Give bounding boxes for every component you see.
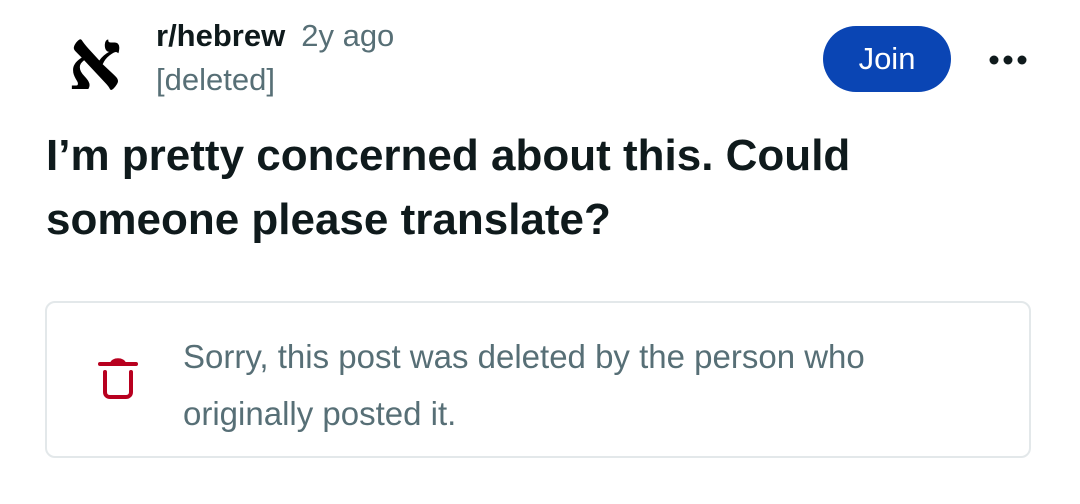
aleph-icon: א [68,10,122,109]
trash-icon [98,358,138,399]
subreddit-name[interactable]: r/hebrew [156,18,285,54]
deleted-post-notice: Sorry, this post was deleted by the pers… [45,301,1031,458]
post-age: 2y ago [301,18,395,53]
more-horizontal-icon [989,55,1027,65]
more-options-button[interactable] [984,36,1032,84]
subreddit-avatar[interactable]: א [52,12,138,108]
post-author: [deleted] [156,62,275,97]
deleted-message: Sorry, this post was deleted by the pers… [183,338,865,432]
join-button[interactable]: Join [823,26,951,92]
post-meta: r/hebrew 2y ago [156,16,394,56]
post-title[interactable]: I’m pretty concerned about this. Could s… [46,124,1006,252]
